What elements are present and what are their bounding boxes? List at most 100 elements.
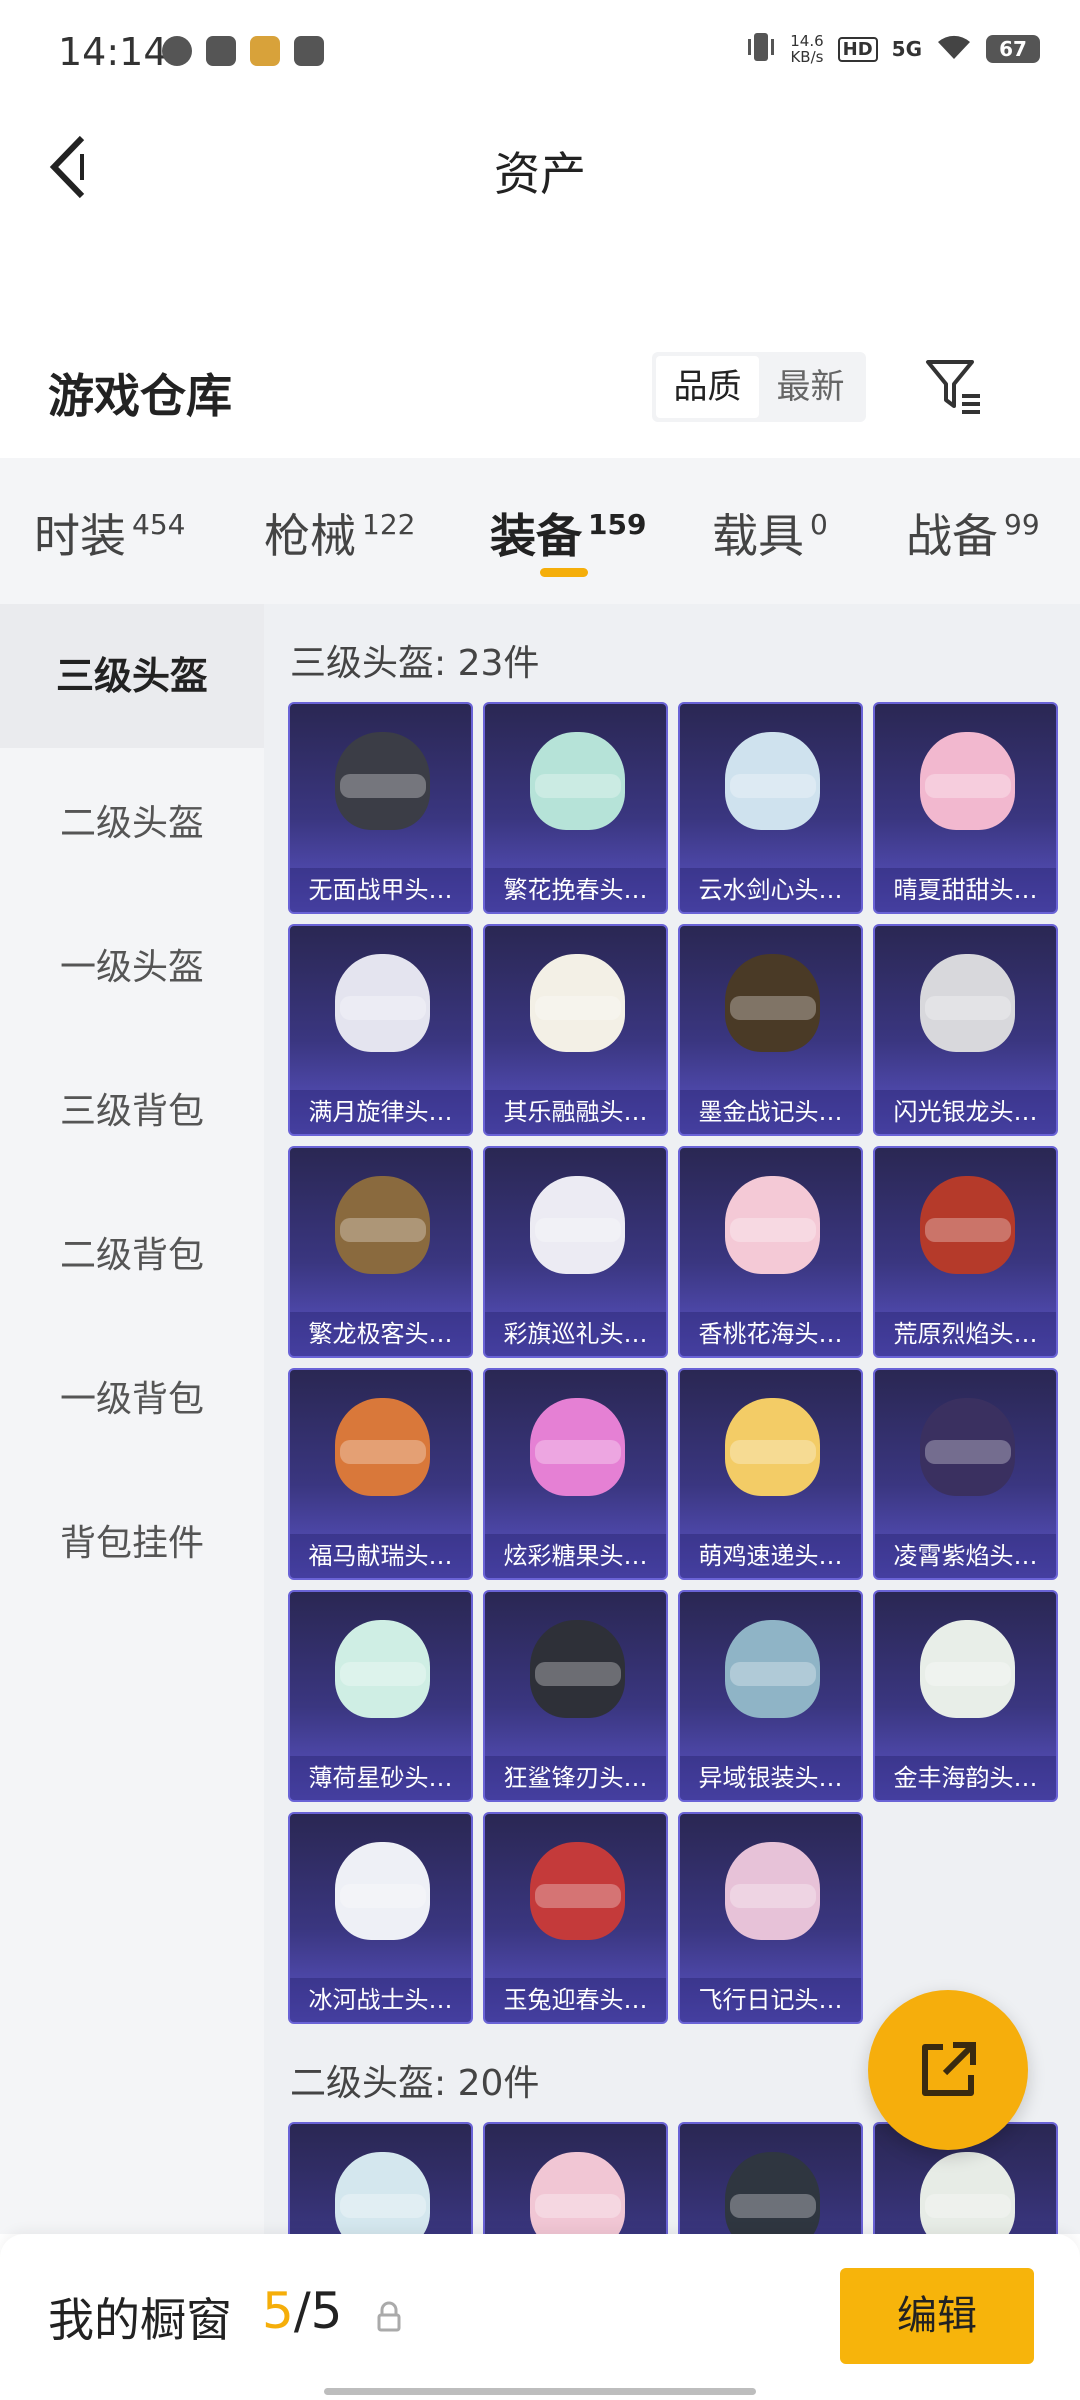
tab-supplies[interactable]: 战备 99 (906, 500, 1040, 566)
page-title: 资产 (494, 147, 586, 201)
helmet-visor (925, 2194, 1011, 2218)
showcase-count: 5/5 (262, 2282, 343, 2340)
home-indicator (324, 2388, 756, 2395)
helmet-card[interactable]: 异域银装头… (678, 1590, 863, 1802)
edit-button[interactable]: 编辑 (840, 2268, 1034, 2364)
helmet-visor (730, 1440, 816, 1464)
sort-quality-option[interactable]: 品质 (656, 356, 759, 418)
helmet-card[interactable]: 狂鲨锋刃头… (483, 1590, 668, 1802)
helmet-visor (535, 774, 621, 798)
status-indicators: 14.6 KB/s HD 5G 67 (746, 30, 1040, 68)
helmet-visor (340, 1440, 426, 1464)
helmet-name: 繁花挽春头… (485, 868, 666, 912)
helmet-name: 异域银装头… (680, 1756, 861, 1800)
helmet-card[interactable]: 福马献瑞头… (288, 1368, 473, 1580)
item-list: 三级头盔: 23件 无面战甲头… 繁花挽春头… 云水剑心头… 晴夏甜甜头… 满月旋律头…… (264, 604, 1080, 2234)
helmet-card[interactable]: 云水剑心头… (678, 702, 863, 914)
helmet-card[interactable] (483, 2122, 668, 2234)
helmet-card[interactable]: 玉兔迎春头… (483, 1812, 668, 2024)
helmet-card[interactable]: 萌鸡速递头… (678, 1368, 863, 1580)
section-title: 二级头盔: 20件 (290, 2063, 540, 2104)
helmet-visor (340, 2194, 426, 2218)
tab-firearms[interactable]: 枪械 122 (264, 500, 415, 566)
helmet-name: 福马献瑞头… (290, 1534, 471, 1578)
helmet-card[interactable] (678, 2122, 863, 2234)
helmet-name: 金丰海韵头… (875, 1756, 1056, 1800)
helmet-card[interactable]: 墨金战记头… (678, 924, 863, 1136)
helmet-name: 繁龙极客头… (290, 1312, 471, 1356)
helmet-card[interactable]: 晴夏甜甜头… (873, 702, 1058, 914)
helmet-visor (340, 774, 426, 798)
helmet-card[interactable]: 冰河战士头… (288, 1812, 473, 2024)
helmet-image (920, 2152, 1015, 2234)
helmet-card[interactable]: 荒原烈焰头… (873, 1146, 1058, 1358)
game-icon (250, 36, 280, 66)
share-button[interactable] (868, 1990, 1028, 2150)
helmet-image (725, 2152, 820, 2234)
helmet-visor (730, 1884, 816, 1908)
helmet-card[interactable]: 薄荷星砂头… (288, 1590, 473, 1802)
helmet-visor (925, 996, 1011, 1020)
tab-equipment[interactable]: 装备 159 (490, 500, 646, 566)
sort-newest-option[interactable]: 最新 (759, 356, 862, 418)
helmet-card[interactable]: 繁花挽春头… (483, 702, 668, 914)
helmet-card[interactable]: 满月旋律头… (288, 924, 473, 1136)
helmet-visor (535, 1218, 621, 1242)
helmet-visor (340, 1218, 426, 1242)
status-time: 14:14 (58, 30, 168, 74)
helmet-visor (535, 2194, 621, 2218)
warehouse-title: 游戏仓库 (48, 369, 232, 423)
sidebar-item-level2-helmet[interactable]: 二级头盔 (0, 794, 264, 846)
helmet-card[interactable]: 香桃花海头… (678, 1146, 863, 1358)
helmet-visor (730, 774, 816, 798)
sidebar-item-level2-backpack[interactable]: 二级背包 (0, 1226, 264, 1278)
helmet-image (335, 2152, 430, 2234)
filter-button[interactable] (924, 356, 984, 416)
helmet-visor (730, 1662, 816, 1686)
helmet-visor (925, 1218, 1011, 1242)
helmet-card[interactable]: 无面战甲头… (288, 702, 473, 914)
helmet-card[interactable]: 闪光银龙头… (873, 924, 1058, 1136)
status-bar: 14:14 14.6 KB/s HD 5G 67 (0, 0, 1080, 110)
status-app-icons (162, 36, 324, 66)
helmet-name: 晴夏甜甜头… (875, 868, 1056, 912)
sidebar-item-level3-helmet[interactable]: 三级头盔 (0, 604, 264, 748)
lock-icon (374, 2300, 404, 2334)
helmet-card[interactable]: 其乐融融头… (483, 924, 668, 1136)
sidebar-item-level1-backpack[interactable]: 一级背包 (0, 1370, 264, 1422)
wifi-icon (936, 33, 972, 65)
sidebar-item-level3-backpack[interactable]: 三级背包 (0, 1082, 264, 1134)
helmet-visor (340, 996, 426, 1020)
helmet-card[interactable]: 飞行日记头… (678, 1812, 863, 2024)
helmet-visor (730, 1218, 816, 1242)
helmet-card[interactable]: 繁龙极客头… (288, 1146, 473, 1358)
helmet-card[interactable]: 彩旗巡礼头… (483, 1146, 668, 1358)
category-tabs: 时装 454 枪械 122 装备 159 载具 0 战备 99 (0, 458, 1080, 604)
item-grid: 无面战甲头… 繁花挽春头… 云水剑心头… 晴夏甜甜头… 满月旋律头… 其乐融融头… 墨金战记… (288, 702, 1058, 2024)
helmet-visor (730, 2194, 816, 2218)
helmet-visor (535, 1440, 621, 1464)
tab-vehicles[interactable]: 载具 0 (712, 500, 828, 566)
helmet-visor (925, 774, 1011, 798)
helmet-visor (340, 1662, 426, 1686)
helmet-name: 玉兔迎春头… (485, 1978, 666, 2022)
helmet-card[interactable] (288, 2122, 473, 2234)
vibrate-icon (746, 30, 776, 68)
sidebar-item-level1-helmet[interactable]: 一级头盔 (0, 938, 264, 990)
wechat-icon (162, 36, 192, 66)
battery-icon: 67 (986, 35, 1040, 63)
helmet-visor (730, 996, 816, 1020)
helmet-name: 凌霄紫焰头… (875, 1534, 1056, 1578)
helmet-visor (535, 1662, 621, 1686)
helmet-name: 满月旋律头… (290, 1090, 471, 1134)
helmet-card[interactable]: 凌霄紫焰头… (873, 1368, 1058, 1580)
helmet-name: 荒原烈焰头… (875, 1312, 1056, 1356)
helmet-image (530, 2152, 625, 2234)
subcategory-sidebar: 三级头盔 二级头盔 一级头盔 三级背包 二级背包 一级背包 背包挂件 (0, 604, 264, 2234)
message-icon (294, 36, 324, 66)
sidebar-item-backpack-charm[interactable]: 背包挂件 (0, 1514, 264, 1566)
helmet-card[interactable]: 炫彩糖果头… (483, 1368, 668, 1580)
helmet-name: 冰河战士头… (290, 1978, 471, 2022)
helmet-card[interactable]: 金丰海韵头… (873, 1590, 1058, 1802)
tab-fashion[interactable]: 时装 454 (34, 500, 185, 566)
